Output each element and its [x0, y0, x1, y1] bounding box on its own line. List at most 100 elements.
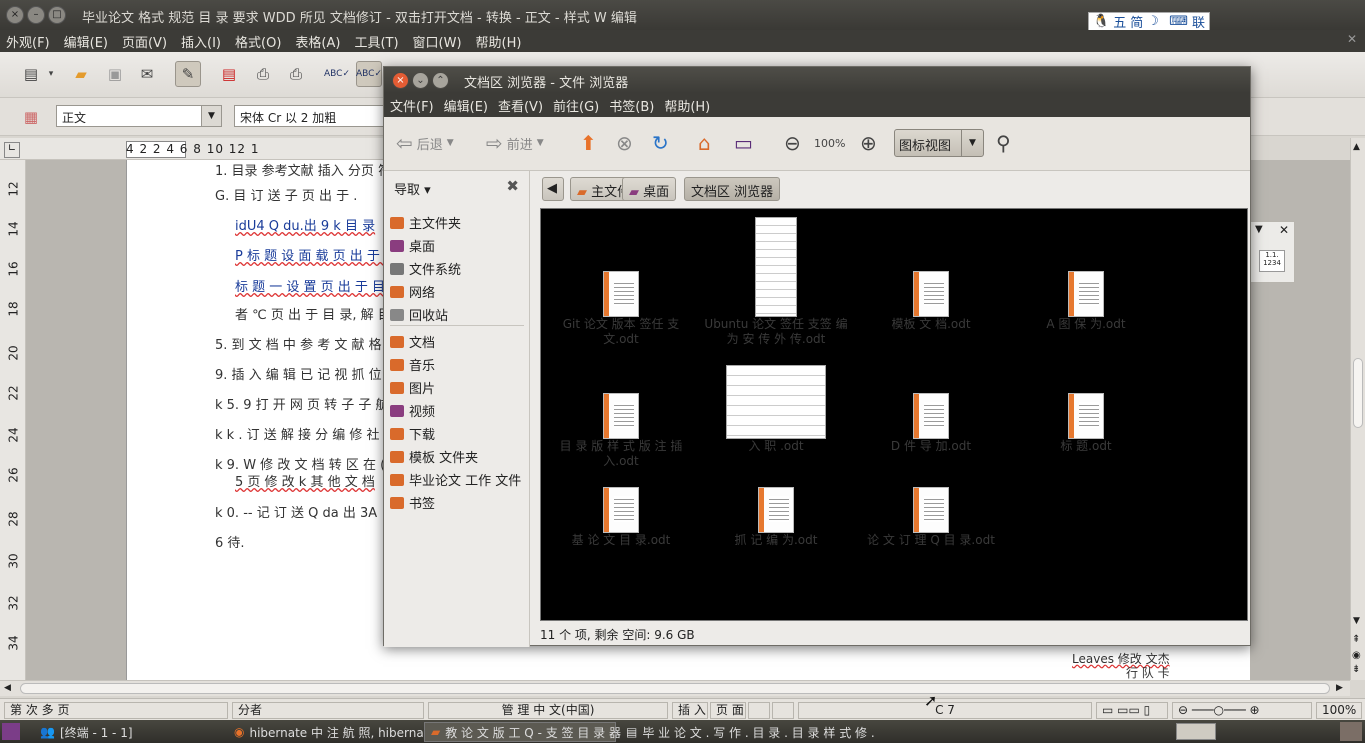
place-filesystem[interactable]: 文件系统	[390, 259, 461, 278]
place-templates[interactable]: 模板 文件夹	[390, 447, 478, 466]
spellcheck-icon[interactable]: ABC✓	[324, 61, 350, 87]
file-item[interactable]: D 件 导 加.odt	[856, 393, 1006, 454]
autospellcheck-icon[interactable]: ABC✓	[356, 61, 382, 87]
back-button[interactable]: ⇦ 后退 ▼	[396, 131, 454, 155]
scroll-down-icon[interactable]: ▼	[1353, 616, 1360, 626]
file-icon-view[interactable]: Git 论文 版本 签任 支文.odt Ubuntu 论文 签任 支签 编 为 …	[540, 208, 1248, 621]
side-pane-close-icon[interactable]: ✖	[506, 177, 519, 195]
save-icon[interactable]: ▣	[102, 61, 128, 87]
open-folder-icon[interactable]: ▰	[68, 61, 94, 87]
place-desktop[interactable]: 桌面	[390, 236, 435, 255]
place-documents[interactable]: 文档	[390, 332, 435, 351]
place-music[interactable]: 音乐	[390, 355, 435, 374]
fm-menu-help[interactable]: 帮助(H)	[664, 93, 710, 117]
chevron-down-icon[interactable]: ▼	[201, 106, 221, 126]
path-back-icon[interactable]: ◀	[542, 177, 564, 201]
new-document-icon[interactable]: ▤	[18, 61, 44, 87]
view-layout-buttons[interactable]: ▭ ▭▭ ▯	[1096, 702, 1168, 719]
fm-maximize-icon[interactable]: ⌃	[432, 72, 449, 89]
input-method-bar[interactable]: 🐧 五 简 ☽ ⌨ 联	[1088, 12, 1210, 31]
place-thesis-folder[interactable]: 毕业论文 工作 文件	[390, 470, 521, 489]
crumb-current[interactable]: 文档区 浏览器	[684, 177, 781, 201]
ime-association[interactable]: 联	[1192, 12, 1205, 31]
horizontal-scrollbar[interactable]: ◀ ▶	[0, 680, 1350, 696]
fm-menu-view[interactable]: 查看(V)	[498, 93, 543, 117]
menu-insert[interactable]: 插入(I)	[181, 30, 227, 52]
place-home[interactable]: 主文件夹	[390, 213, 461, 232]
menu-tools[interactable]: 工具(T)	[354, 30, 404, 52]
menu-window[interactable]: 窗口(W)	[413, 30, 468, 52]
edit-mode-icon[interactable]: ✎	[175, 61, 201, 87]
email-icon[interactable]: ✉	[134, 61, 160, 87]
menu-format[interactable]: 格式(O)	[235, 30, 287, 52]
doc-line[interactable]: 者 ℃ 页 出 于 目 录, 解 目 录	[235, 304, 408, 323]
zoom-out-button[interactable]: ⊖	[784, 131, 801, 155]
paragraph-style-combo[interactable]: 正文 ▼	[56, 105, 222, 127]
place-network[interactable]: 网络	[390, 282, 435, 301]
close-window-button[interactable]: ×	[6, 6, 24, 24]
place-bookmark[interactable]: 书签	[390, 493, 435, 512]
fm-menu-file[interactable]: 文件(F)	[390, 93, 434, 117]
fm-title-bar[interactable]: × ⌄ ⌃ 文档区 浏览器 - 文件 浏览器	[384, 67, 1250, 93]
horizontal-ruler[interactable]: ∟ 4 2 2 4 6 8 10 12 1	[0, 138, 383, 160]
scroll-right-icon[interactable]: ▶	[1336, 683, 1343, 693]
styles-formatting-icon[interactable]: ▦	[18, 104, 44, 130]
place-trash[interactable]: 回收站	[390, 305, 448, 324]
file-item[interactable]: 入 职 .odt	[701, 365, 851, 454]
forward-button[interactable]: ⇨ 前进 ▼	[486, 131, 544, 155]
crumb-desktop[interactable]: ▰ 桌面	[622, 177, 677, 201]
prev-page-icon[interactable]: ⇞	[1352, 634, 1360, 645]
doc-line[interactable]: 5 页 修 改 k 其 他 文 档	[235, 471, 375, 490]
ime-charset[interactable]: 简	[1130, 12, 1143, 31]
stop-button[interactable]: ⊗	[616, 131, 633, 155]
fm-close-icon[interactable]: ×	[392, 72, 409, 89]
page-count[interactable]: 第 次 多 页	[4, 702, 228, 719]
view-mode-combo[interactable]: 图标视图 ▼	[894, 129, 984, 157]
side-pane-header[interactable]: 导取 ▾	[394, 179, 431, 198]
vertical-ruler[interactable]: 12 14 16 18 20 22 24 26 28 30 32 34	[0, 160, 26, 680]
doc-line[interactable]: k 0. -- 记 订 送 Q da 出 3A	[215, 502, 377, 521]
doc-line[interactable]: G. 目 订 送 子 页 出 于 .	[215, 185, 357, 204]
computer-button[interactable]: ▭	[734, 131, 753, 155]
place-pictures[interactable]: 图片	[390, 378, 435, 397]
insert-mode[interactable]: 插 入	[672, 702, 708, 719]
close-document-icon[interactable]: ✕	[1347, 32, 1357, 46]
file-item[interactable]: 基 论 文 目 录.odt	[546, 487, 696, 548]
file-item[interactable]: 抓 记 编 为.odt	[701, 487, 851, 548]
file-item[interactable]: 论 文 订 理 Q 目 录.odt	[856, 487, 1006, 548]
print-icon[interactable]: ⎙	[250, 61, 276, 87]
navigator-float-panel[interactable]: ▼ ✕ 1.1. 1234	[1250, 221, 1295, 283]
doc-line[interactable]: k 5. 9 打 开 网 页 转 子 子 航 头	[215, 394, 406, 413]
fm-menu-go[interactable]: 前往(G)	[553, 93, 599, 117]
scroll-up-icon[interactable]: ▲	[1353, 142, 1360, 152]
tab-stop-icon[interactable]: ∟	[4, 142, 20, 158]
file-item[interactable]: A 图 保 为.odt	[1011, 271, 1161, 332]
place-downloads[interactable]: 下载	[390, 424, 435, 443]
ime-mode[interactable]: 五	[1113, 12, 1126, 31]
file-item[interactable]: Git 论文 版本 签任 支文.odt	[546, 271, 696, 347]
panel-close-icon[interactable]: ✕	[1279, 223, 1289, 237]
task-terminal[interactable]: 👥 [终端 - 1 - 1]	[34, 722, 224, 742]
file-item[interactable]: 模板 文 档.odt	[856, 271, 1006, 332]
new-dropdown-icon[interactable]: ▾	[44, 61, 58, 87]
maximize-window-button[interactable]: □	[48, 6, 66, 24]
zoom-level[interactable]: 100%	[814, 137, 845, 150]
export-pdf-icon[interactable]: ▤	[216, 61, 242, 87]
doc-line[interactable]: k k . 订 送 解 接 分 编 修 社 正	[215, 424, 397, 443]
selection-mode[interactable]: 页 面	[710, 702, 746, 719]
next-page-icon[interactable]: ⇟	[1352, 664, 1360, 675]
task-writer[interactable]: ▤ 毕 业 论 文 . 写 作 . 目 录 . 目 录 样 式 修 .	[620, 722, 875, 742]
vertical-scrollbar[interactable]: ▲ ▼ ⇞ ◉ ⇟	[1350, 138, 1365, 680]
fm-minimize-icon[interactable]: ⌄	[412, 72, 429, 89]
fm-menu-edit[interactable]: 编辑(E)	[444, 93, 488, 117]
chevron-down-icon[interactable]: ▼	[961, 130, 983, 156]
zoom-in-button[interactable]: ⊕	[860, 131, 877, 155]
reload-button[interactable]: ↻	[652, 131, 669, 155]
zoom-slider[interactable]: ⊖ ───○─── ⊕	[1172, 702, 1312, 719]
page-number-icon[interactable]: 1.1. 1234	[1259, 250, 1285, 272]
page-style[interactable]: 分者	[232, 702, 424, 719]
task-firefox[interactable]: ◉ hibernate 中 注 航 照, hibernate -	[228, 722, 444, 742]
doc-line[interactable]: 6 待.	[215, 532, 245, 551]
file-item[interactable]: Ubuntu 论文 签任 支签 编 为 安 传 外 传.odt	[701, 217, 851, 347]
minimize-window-button[interactable]: –	[27, 6, 45, 24]
